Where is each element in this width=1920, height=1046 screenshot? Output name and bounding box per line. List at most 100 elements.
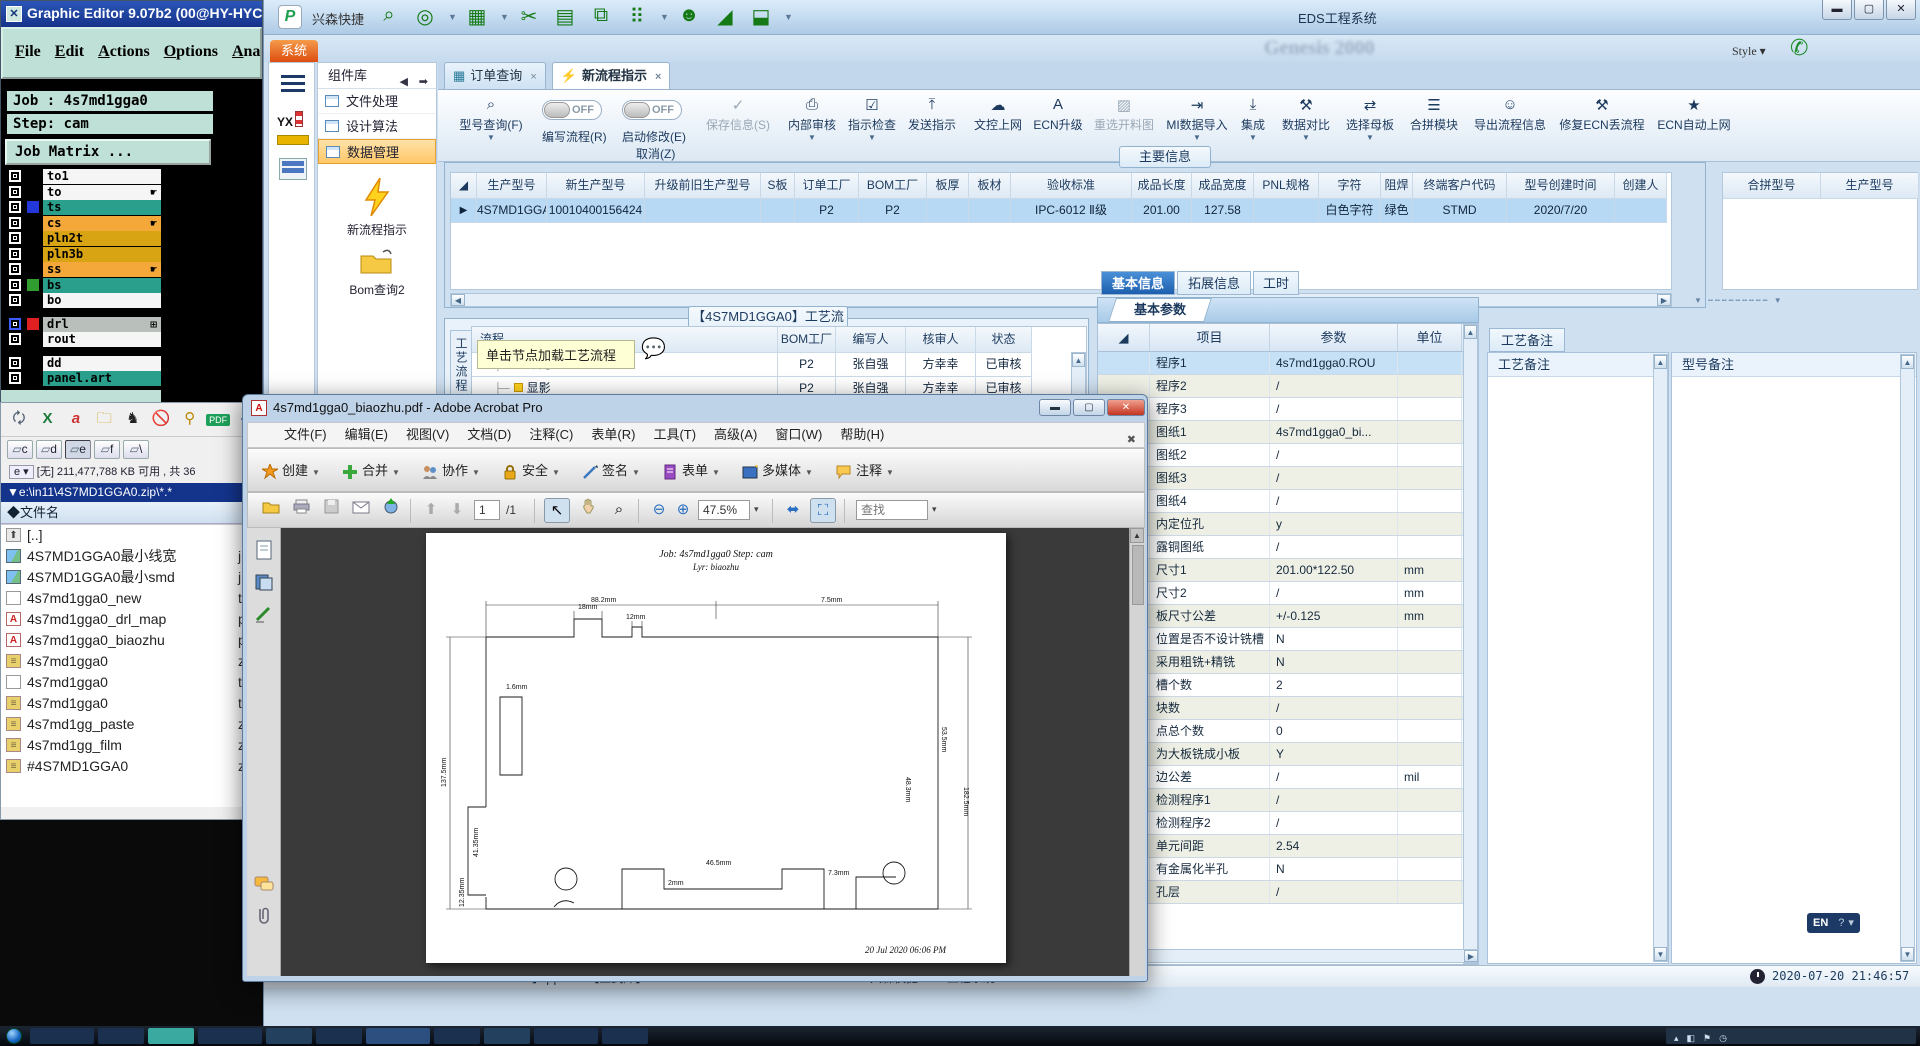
param-row-单元间距[interactable]: 单元间距 2.54 xyxy=(1098,835,1478,858)
drive-button-d[interactable]: ▱d xyxy=(36,440,62,459)
layer-checkbox[interactable] xyxy=(9,317,21,330)
column-header-验收标准[interactable]: 验收标准 xyxy=(1011,173,1132,199)
acrobat-titlebar[interactable]: A 4s7md1gga0_biaozhu.pdf - Adobe Acrobat… xyxy=(243,395,1147,421)
search-icon[interactable]: ⌕ xyxy=(376,4,402,27)
param-row-孔层[interactable]: 孔层 / xyxy=(1098,881,1478,904)
layer-checkbox[interactable] xyxy=(9,170,21,182)
taskbar-button[interactable] xyxy=(602,1028,648,1044)
toolbar-button-指示检查[interactable]: ☑ 指示检查 ▼ xyxy=(844,96,900,143)
drive-button-e[interactable]: ▱e xyxy=(65,440,91,459)
layer-checkbox[interactable] xyxy=(9,263,21,275)
layer-row-pln2t[interactable]: pln2t xyxy=(9,231,179,246)
column-header-BOM工厂[interactable]: BOM工厂 xyxy=(778,327,836,353)
scroll-mode-icon[interactable]: ⬌ xyxy=(780,498,806,523)
hamburger-icon[interactable] xyxy=(281,75,305,78)
param-row-程序2[interactable]: 程序2/ xyxy=(1098,375,1478,398)
write-process-toggle[interactable]: OFF xyxy=(542,100,602,120)
param-row-图纸1[interactable]: 图纸1 4s7md1gga0_bi... xyxy=(1098,421,1478,444)
menu-item-file[interactable]: File xyxy=(15,43,41,60)
tab-拓展信息[interactable]: 拓展信息 xyxy=(1177,271,1251,295)
layer-row-ts[interactable]: ts xyxy=(9,200,179,215)
param-row-板尺寸公差[interactable]: 板尺寸公差 +/-0.125 mm xyxy=(1098,605,1478,628)
acrobat-close-button[interactable]: ✕ xyxy=(1107,399,1145,416)
param-row-槽个数[interactable]: 槽个数 2 xyxy=(1098,674,1478,697)
params-vscrollbar[interactable]: ▲▼ xyxy=(1463,324,1478,964)
column-header-合拼型号[interactable]: 合拼型号 xyxy=(1723,173,1821,199)
taskbar-button[interactable] xyxy=(30,1028,94,1044)
refresh-icon[interactable]: 🗘 xyxy=(7,408,31,433)
layer-checkbox[interactable] xyxy=(9,232,21,244)
column-header-创建人[interactable]: 创建人 xyxy=(1615,173,1667,199)
column-header-单位[interactable]: 单位 xyxy=(1398,324,1462,351)
layer-checkbox[interactable] xyxy=(9,216,21,229)
toolbar-button-导出流程信息[interactable]: ☺ 导出流程信息 xyxy=(1468,96,1552,143)
tool-合并[interactable]: 合并 ▼ xyxy=(342,457,400,485)
tool-表单[interactable]: 表单 ▼ xyxy=(662,457,720,485)
notes-left-vscrollbar[interactable]: ▲ ▼ xyxy=(1653,354,1668,962)
film-icon[interactable]: ▤ xyxy=(552,4,578,29)
filename-column-header[interactable]: ◆文件名 xyxy=(1,502,262,524)
param-row-尺寸2[interactable]: 尺寸2/mm xyxy=(1098,582,1478,605)
taskbar-button[interactable] xyxy=(434,1028,480,1044)
chart-icon[interactable]: ◢ xyxy=(712,4,738,29)
column-header-升级前旧生产型号[interactable]: 升级前旧生产型号 xyxy=(645,173,761,199)
layer-checkbox[interactable] xyxy=(9,185,21,198)
toolbar-button-合拼模块[interactable]: ☰ 合拼模块 xyxy=(1404,96,1464,143)
drive-button-f[interactable]: ▱f xyxy=(94,440,120,459)
language-bar[interactable]: EN? ▾ xyxy=(1807,913,1860,933)
hand-tool-icon[interactable] xyxy=(576,498,602,523)
path-bar[interactable]: ▼e:\in11\4S7MD1GGA0.zip\*.* xyxy=(1,483,262,502)
param-row-为大板铣成小板[interactable]: 为大板铣成小板 Y xyxy=(1098,743,1478,766)
menu-item-actions[interactable]: Actions xyxy=(98,43,150,60)
taskbar-button[interactable] xyxy=(198,1028,262,1044)
param-row-点总个数[interactable]: 点总个数 0 xyxy=(1098,720,1478,743)
system-tab[interactable]: 系统 xyxy=(270,40,318,62)
sidebar-item-0[interactable]: 文件处理 xyxy=(318,89,436,114)
copy-icon[interactable]: ⧉ xyxy=(588,4,614,27)
menu-item-注释(C)[interactable]: 注释(C) xyxy=(529,427,573,442)
toolbar-button-内部审核[interactable]: ⎙ 内部审核 ▼ xyxy=(784,96,840,143)
chevron-down-icon[interactable]: ▼ xyxy=(500,12,509,22)
list-item-file[interactable]: ≡ 4s7md1gga0 t xyxy=(1,693,262,714)
param-row-露铜图纸[interactable]: 露铜图纸 / xyxy=(1098,536,1478,559)
chevron-down-icon[interactable]: ▼ xyxy=(784,12,793,22)
select-all-cell[interactable]: ◢ xyxy=(451,173,477,199)
param-row-位置是否不设计铣槽[interactable]: 位置是否不设计铣槽 N xyxy=(1098,628,1478,651)
taskbar-button[interactable] xyxy=(366,1028,430,1044)
tool-注释[interactable]: 注释 ▼ xyxy=(836,457,894,485)
start-modify-toggle[interactable]: OFF xyxy=(622,100,682,120)
param-row-块数[interactable]: 块数 / xyxy=(1098,697,1478,720)
prev-page-icon[interactable]: ⬆ xyxy=(418,498,444,523)
toolbar-button-文控上网[interactable]: ☁ 文控上网 xyxy=(968,96,1028,143)
toolbar-button-修复ECN丢流程[interactable]: ⚒ 修复ECN丢流程 xyxy=(1556,96,1648,143)
column-header-订单工厂[interactable]: 订单工厂 xyxy=(795,173,859,199)
column-header-型号创建时间[interactable]: 型号创建时间 xyxy=(1507,173,1615,199)
taskbar-button[interactable] xyxy=(534,1028,598,1044)
tab-基本信息[interactable]: 基本信息 xyxy=(1101,271,1175,295)
column-header-板厚[interactable]: 板厚 xyxy=(927,173,969,199)
list-item-file[interactable]: A4s7md1gga0_biaozhup xyxy=(1,630,262,651)
layer-checkbox[interactable] xyxy=(9,356,21,369)
column-header-S板[interactable]: S板 xyxy=(761,173,795,199)
cut-icon[interactable]: ✂ xyxy=(516,4,542,29)
column-header-核审人[interactable]: 核审人 xyxy=(906,327,976,353)
menu-item-edit[interactable]: Edit xyxy=(55,43,84,60)
table-icon[interactable]: ▦ xyxy=(464,4,490,29)
acrobat-vscrollbar[interactable]: ▲ xyxy=(1129,528,1145,976)
tab-工时[interactable]: 工时 xyxy=(1253,271,1299,295)
folder-font-icon[interactable]: 🗀 xyxy=(92,408,116,433)
yx-brand-icon[interactable]: YX xyxy=(277,115,293,129)
close-icon[interactable]: × xyxy=(530,71,536,83)
job-matrix-button[interactable]: Job Matrix ... xyxy=(5,139,211,165)
param-row-检测程序1[interactable]: 检测程序1/ xyxy=(1098,789,1478,812)
toolbar-button-集成[interactable]: ⤓ 集成 ▼ xyxy=(1234,96,1272,143)
find-input[interactable] xyxy=(856,500,928,520)
grid-icon[interactable]: ⠿ xyxy=(624,4,650,29)
column-header-终端客户代码[interactable]: 终端客户代码 xyxy=(1413,173,1507,199)
zoom-marquee-icon[interactable]: ⌕ xyxy=(606,498,632,523)
open-folder-icon[interactable] xyxy=(258,498,284,523)
param-row-检测程序2[interactable]: 检测程序2/ xyxy=(1098,812,1478,835)
layer-row-drl[interactable]: drl ⊞ xyxy=(9,316,179,332)
params-hscrollbar[interactable]: ◀▶ xyxy=(1097,949,1479,963)
menu-item-文档(D)[interactable]: 文档(D) xyxy=(467,427,511,442)
